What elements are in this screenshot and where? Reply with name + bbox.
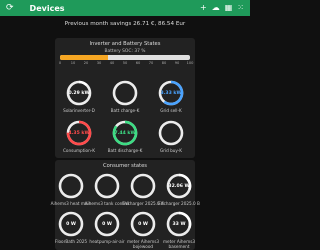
- battery-scale-label: 80: [161, 61, 167, 65]
- gauge[interactable]: 0.29 kW: [66, 80, 92, 106]
- gauge[interactable]: 0 W: [130, 211, 156, 237]
- battery-soc-fill: [60, 55, 109, 60]
- gauge[interactable]: 0 W: [94, 211, 120, 237]
- gauge[interactable]: 32.06 W: [166, 173, 192, 199]
- app-header: ⟳ Devices + ☁ ▦ ⁙: [0, 0, 250, 16]
- battery-scale-label: 0: [58, 61, 62, 65]
- gauge-value: [112, 80, 138, 106]
- refresh-icon[interactable]: ⟳: [6, 0, 14, 16]
- gauge-value: 0 W: [66, 221, 76, 227]
- battery-scale-label: 100: [186, 61, 194, 65]
- gauge-label: EVcharger 2025.0 B: [158, 201, 200, 206]
- gauge-label: Grid sell-K: [160, 108, 182, 113]
- battery-scale-label: 50: [122, 61, 128, 65]
- gauge-label: Solarinverter-D: [63, 108, 95, 113]
- page-title: Devices: [29, 3, 65, 13]
- gauge-value: 0.29 kW: [68, 90, 90, 96]
- gauge-value: 0 W: [138, 221, 148, 227]
- header-actions: + ☁ ▦ ⁙: [200, 0, 244, 16]
- gauge-value: 7.44 kW: [114, 130, 136, 136]
- gauge-value: [158, 120, 184, 146]
- cloud-icon[interactable]: ☁: [212, 0, 220, 16]
- gauge-value: 32.06 W: [168, 183, 190, 189]
- battery-scale-label: 30: [96, 61, 102, 65]
- gauge-value: 4.35 kW: [68, 130, 90, 136]
- consumer-card-title: Consumer states: [103, 163, 147, 169]
- savings-text: Previous month savings 26.71 €, 86.54 Eu…: [64, 21, 186, 27]
- gauge-value: [58, 173, 84, 199]
- gauge-value: 3.33 kW: [160, 90, 182, 96]
- battery-soc-bar: [60, 55, 190, 60]
- gauge[interactable]: 4.35 kW: [66, 120, 92, 146]
- gauge[interactable]: 7.44 kW: [112, 120, 138, 146]
- gauge-label: Batt discharge-K: [107, 148, 143, 153]
- battery-scale-label: 40: [109, 61, 115, 65]
- gauge[interactable]: [130, 173, 156, 199]
- gauge-label: Consumption-K: [63, 148, 95, 153]
- battery-scale-label: 70: [148, 61, 154, 65]
- inverter-card-title: Inverter and Battery States: [89, 41, 161, 47]
- calendar-icon[interactable]: ▦: [225, 0, 233, 16]
- gauge[interactable]: 0 W: [58, 211, 84, 237]
- battery-scale-label: 10: [70, 61, 76, 65]
- gauge[interactable]: [58, 173, 84, 199]
- grid-icon[interactable]: ⁙: [237, 0, 244, 16]
- gauge-value: [94, 173, 120, 199]
- gauge[interactable]: [94, 173, 120, 199]
- battery-scale-label: 90: [174, 61, 180, 65]
- gauge-label: Batt charge-K: [110, 108, 140, 113]
- gauge-value: 0 W: [102, 221, 112, 227]
- battery-soc-text: Battery SOC: 37 %: [104, 49, 146, 54]
- battery-scale-label: 20: [83, 61, 89, 65]
- gauge[interactable]: 3.33 kW: [158, 80, 184, 106]
- gauge-label: meter Aihems3 basement: [162, 239, 196, 249]
- plus-icon[interactable]: +: [200, 0, 207, 16]
- gauge-value: [130, 173, 156, 199]
- gauge[interactable]: 33 W: [166, 211, 192, 237]
- gauge-value: 33 W: [172, 221, 186, 227]
- gauge[interactable]: [112, 80, 138, 106]
- gauge-label: Grid buy-K: [159, 148, 183, 153]
- gauge[interactable]: [158, 120, 184, 146]
- battery-scale-label: 60: [135, 61, 141, 65]
- inverter-card: Inverter and Battery States Battery SOC:…: [55, 38, 195, 158]
- consumer-card: Consumer states Aihems3 heat main Aihems3…: [51, 160, 200, 250]
